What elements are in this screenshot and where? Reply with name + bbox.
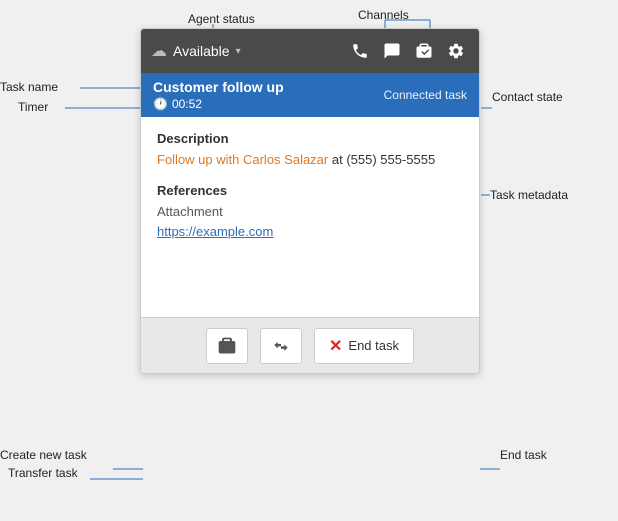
annotation-timer: Timer [18, 100, 48, 114]
annotation-channels: Channels [358, 8, 409, 22]
end-task-x-icon: ✕ [329, 336, 342, 356]
description-person: Carlos Salazar [243, 152, 328, 167]
url-link[interactable]: https://example.com [157, 224, 273, 239]
ccp-widget: ☁ Available ▾ [140, 28, 480, 374]
settings-button[interactable] [443, 38, 469, 64]
create-new-task-button[interactable] [206, 328, 248, 364]
task-bar: Customer follow up 🕐 00:52 Connected tas… [141, 73, 479, 117]
task-bar-left: Customer follow up 🕐 00:52 [153, 79, 284, 111]
description-suffix: at (555) 555-5555 [328, 152, 435, 167]
attachment-label: Attachment [157, 204, 463, 219]
create-task-icon [217, 336, 237, 356]
references-section-title: References [157, 183, 463, 198]
end-task-button[interactable]: ✕ End task [314, 328, 414, 364]
task-metadata: Description Follow up with Carlos Salaza… [141, 117, 479, 317]
description-prefix: Follow up with [157, 152, 243, 167]
transfer-icon [271, 336, 291, 356]
chat-icon [383, 42, 401, 60]
annotation-task-name: Task name [0, 80, 58, 94]
channel-icons [347, 38, 469, 64]
widget-footer: ✕ End task [141, 317, 479, 373]
annotation-task-metadata: Task metadata [490, 188, 568, 202]
annotation-agent-status: Agent status [188, 12, 255, 26]
chevron-down-icon: ▾ [236, 46, 241, 57]
chat-channel-button[interactable] [379, 38, 405, 64]
annotation-contact-state: Contact state [492, 90, 563, 104]
task-name: Customer follow up [153, 79, 284, 95]
gear-icon [447, 42, 465, 60]
phone-channel-button[interactable] [347, 38, 373, 64]
metadata-bracket [479, 125, 480, 309]
timer-value: 00:52 [172, 97, 202, 111]
cloud-icon: ☁ [151, 41, 167, 61]
task-channel-button[interactable] [411, 38, 437, 64]
briefcase-icon [415, 42, 433, 60]
agent-status-selector[interactable]: ☁ Available ▾ [151, 41, 241, 61]
end-task-label: End task [348, 338, 399, 353]
description-text: Follow up with Carlos Salazar at (555) 5… [157, 152, 463, 167]
widget-header: ☁ Available ▾ [141, 29, 479, 73]
clock-icon: 🕐 [153, 97, 168, 111]
annotation-create-new-task: Create new task [0, 448, 87, 462]
contact-state-badge: Connected task [384, 88, 467, 102]
agent-status-text: Available [173, 43, 230, 59]
annotation-transfer-task: Transfer task [8, 466, 78, 480]
timer-row: 🕐 00:52 [153, 97, 284, 111]
annotation-end-task: End task [500, 448, 547, 462]
phone-icon [351, 42, 369, 60]
references-section: Attachment https://example.com [157, 204, 463, 241]
transfer-task-button[interactable] [260, 328, 302, 364]
description-section-title: Description [157, 131, 463, 146]
